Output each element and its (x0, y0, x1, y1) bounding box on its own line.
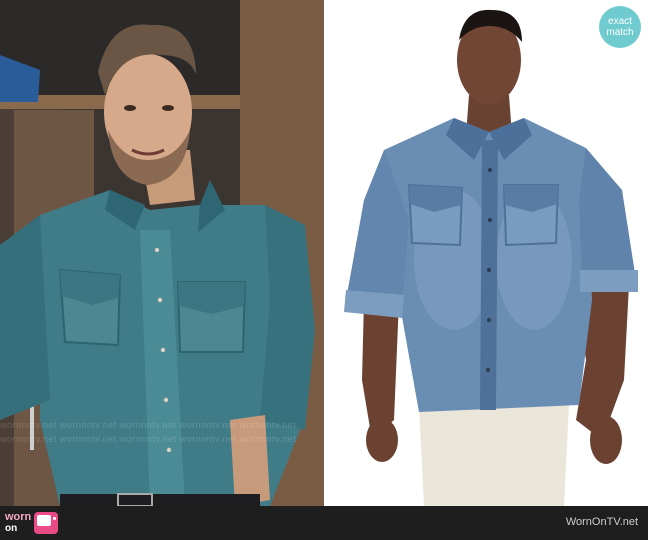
footer-bar: worn on WornOnTV.net (0, 506, 648, 540)
tv-scene-photo: wornontv.net wornontv.net wornontv.net w… (0, 0, 324, 506)
badge-line-1: exact (608, 16, 632, 27)
exact-match-badge: exact match (599, 6, 641, 48)
site-name[interactable]: WornOnTV.net (566, 516, 638, 528)
logo-word-1: worn (5, 511, 32, 523)
logo-word-2: on (5, 523, 18, 534)
logo-text: worn on (5, 511, 32, 535)
badge-line-2: match (606, 27, 634, 38)
tv-icon (34, 512, 59, 534)
model-denim-shirt-image (324, 0, 648, 506)
wornontv-logo[interactable]: worn on (5, 509, 59, 537)
actor-denim-shirt-image (0, 0, 324, 506)
product-photo (324, 0, 648, 506)
